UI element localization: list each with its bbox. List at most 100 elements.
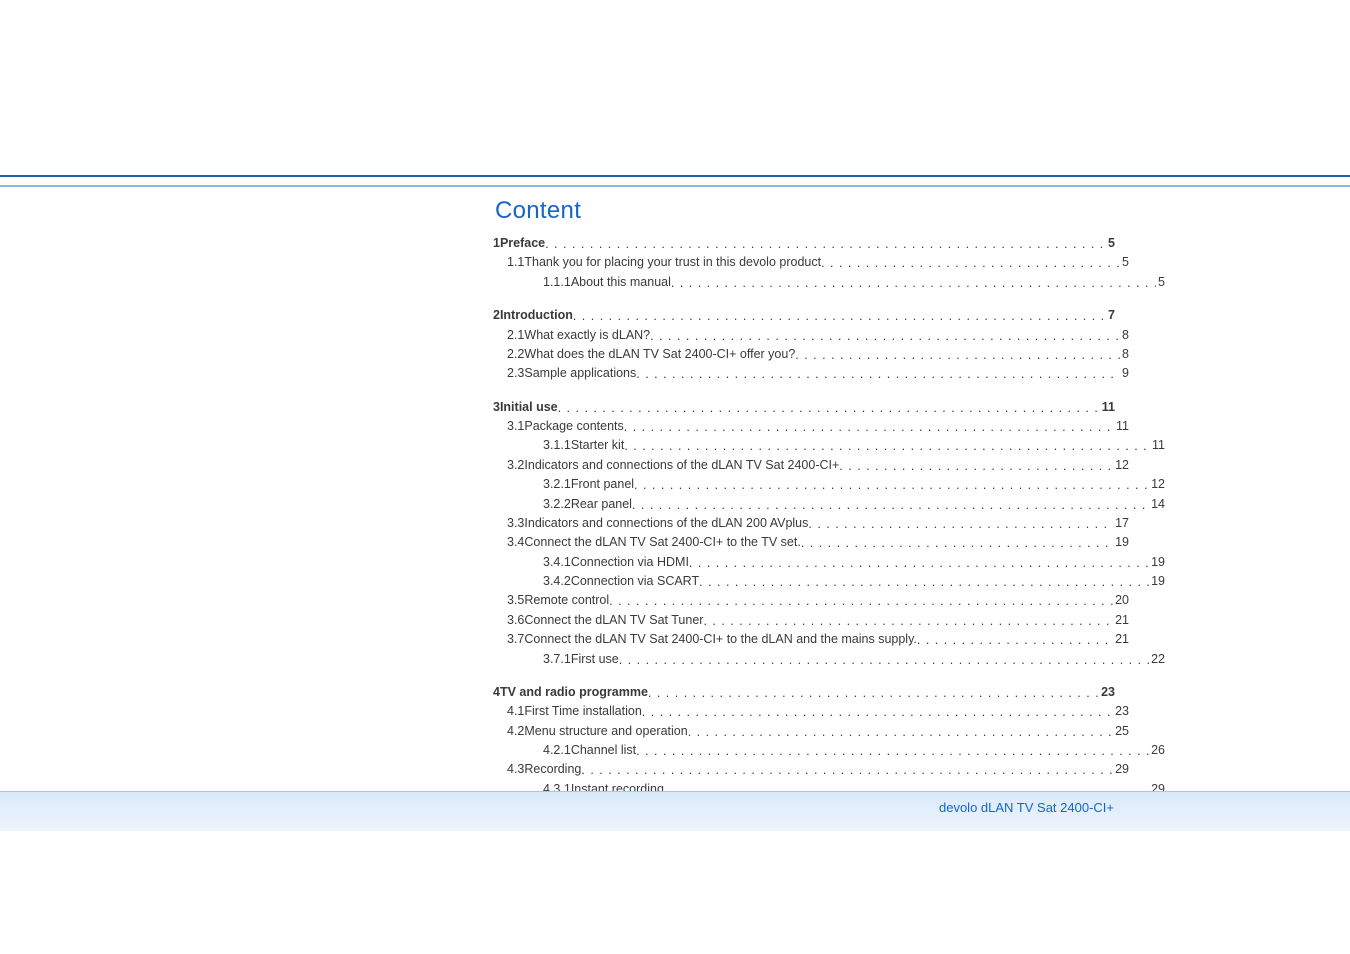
toc-page: 9 (1120, 364, 1129, 383)
toc-num: 2.3 (507, 364, 524, 383)
header-rule-dark (0, 175, 1350, 177)
toc-page: 25 (1113, 722, 1129, 741)
toc-label: What does the dLAN TV Sat 2400-CI+ offer… (524, 345, 795, 364)
toc-page: 19 (1149, 572, 1165, 591)
toc-dots (545, 235, 1106, 254)
toc-num: 3.2.2 (543, 495, 571, 514)
toc-page: 23 (1099, 683, 1115, 702)
toc-dots (671, 274, 1156, 293)
toc-dots (636, 365, 1120, 384)
toc-dots (632, 496, 1149, 515)
toc-num: 3.7.1 (543, 650, 571, 669)
toc-label: Package contents (524, 417, 623, 436)
toc-label: Connect the dLAN TV Sat 2400-CI+ to the … (524, 533, 800, 552)
toc-label: Rear panel (571, 495, 632, 514)
toc-dots (699, 573, 1149, 592)
toc-dots (688, 723, 1113, 742)
toc-entry: 1.1 Thank you for placing your trust in … (507, 253, 1129, 272)
toc-entry: 2.1 What exactly is dLAN? 8 (507, 326, 1129, 345)
toc-entry: 3.1 Package contents 11 (507, 417, 1129, 436)
toc-page: 12 (1113, 456, 1129, 475)
toc-label: Introduction (500, 306, 573, 325)
toc-label: Channel list (571, 741, 636, 760)
toc-entry: 3.3 Indicators and connections of the dL… (507, 514, 1129, 533)
toc-dots (624, 418, 1114, 437)
toc-entry: 3.4.2 Connection via SCART 19 (543, 572, 1165, 591)
toc-dots (581, 761, 1113, 780)
toc-section-2: 2 Introduction 7 2.1 What exactly is dLA… (493, 306, 1115, 384)
toc-label: First use (571, 650, 619, 669)
toc-page: 20 (1113, 591, 1129, 610)
toc-page: 8 (1120, 326, 1129, 345)
toc-label: What exactly is dLAN? (524, 326, 650, 345)
toc-page: 11 (1114, 417, 1129, 436)
toc-entry: 4.3 Recording 29 (507, 760, 1129, 779)
toc-label: Indicators and connections of the dLAN 2… (524, 514, 808, 533)
toc-dots (839, 457, 1113, 476)
toc-num: 4 (493, 683, 500, 702)
toc-label: Remote control (524, 591, 609, 610)
toc-page: 23 (1113, 702, 1129, 721)
toc-page: 19 (1113, 533, 1129, 552)
toc-entry: 3.4.1 Connection via HDMI 19 (543, 553, 1165, 572)
toc-dots (634, 476, 1149, 495)
table-of-contents: 1 Preface 5 1.1 Thank you for placing yo… (493, 234, 1115, 833)
toc-label: TV and radio programme (500, 683, 648, 702)
toc-num: 2.1 (507, 326, 524, 345)
toc-entry: 3.5 Remote control 20 (507, 591, 1129, 610)
toc-num: 3.4.2 (543, 572, 571, 591)
toc-entry: 3.6 Connect the dLAN TV Sat Tuner 21 (507, 611, 1129, 630)
toc-num: 2.2 (507, 345, 524, 364)
toc-label: Connect the dLAN TV Sat 2400-CI+ to the … (524, 630, 916, 649)
toc-num: 3.3 (507, 514, 524, 533)
toc-entry: 3 Initial use 11 (493, 398, 1115, 417)
toc-dots (801, 534, 1113, 553)
toc-num: 3.1.1 (543, 436, 571, 455)
toc-entry: 3.7 Connect the dLAN TV Sat 2400-CI+ to … (507, 630, 1129, 649)
toc-dots (689, 554, 1149, 573)
toc-dots (808, 515, 1113, 534)
toc-entry: 2.3 Sample applications 9 (507, 364, 1129, 383)
toc-dots (821, 254, 1120, 273)
toc-entry: 3.2.1 Front panel 12 (543, 475, 1165, 494)
toc-dots (636, 742, 1149, 761)
toc-entry: 4.2.1 Channel list 26 (543, 741, 1165, 760)
toc-label: Front panel (571, 475, 634, 494)
toc-label: Initial use (500, 398, 558, 417)
toc-num: 4.2 (507, 722, 524, 741)
toc-label: Connection via HDMI (571, 553, 689, 572)
toc-label: Thank you for placing your trust in this… (524, 253, 821, 272)
toc-dots (648, 684, 1099, 703)
toc-num: 3 (493, 398, 500, 417)
toc-dots (558, 399, 1100, 418)
toc-num: 4.1 (507, 702, 524, 721)
toc-dots (624, 437, 1150, 456)
toc-label: Starter kit (571, 436, 625, 455)
toc-dots (650, 327, 1120, 346)
toc-page: 29 (1113, 760, 1129, 779)
toc-num: 3.1 (507, 417, 524, 436)
toc-label: First Time installation (524, 702, 641, 721)
toc-page: 26 (1149, 741, 1165, 760)
toc-entry: 3.2 Indicators and connections of the dL… (507, 456, 1129, 475)
toc-entry: 3.7.1 First use 22 (543, 650, 1165, 669)
toc-section-1: 1 Preface 5 1.1 Thank you for placing yo… (493, 234, 1115, 292)
toc-label: Sample applications (524, 364, 636, 383)
toc-num: 1 (493, 234, 500, 253)
footer-band (0, 791, 1350, 831)
toc-entry: 2.2 What does the dLAN TV Sat 2400-CI+ o… (507, 345, 1129, 364)
toc-page: 19 (1149, 553, 1165, 572)
toc-page: 11 (1150, 436, 1165, 455)
toc-num: 3.4 (507, 533, 524, 552)
toc-dots (703, 612, 1113, 631)
toc-num: 2 (493, 306, 500, 325)
toc-label: Connect the dLAN TV Sat Tuner (524, 611, 703, 630)
page: Content 1 Preface 5 1.1 Thank you for pl… (0, 0, 1350, 954)
toc-page: 7 (1106, 306, 1115, 325)
toc-page: 5 (1120, 253, 1129, 272)
toc-label: Connection via SCART (571, 572, 699, 591)
toc-dots (609, 592, 1113, 611)
toc-num: 4.2.1 (543, 741, 571, 760)
toc-label: Menu structure and operation (524, 722, 687, 741)
toc-page: 8 (1120, 345, 1129, 364)
